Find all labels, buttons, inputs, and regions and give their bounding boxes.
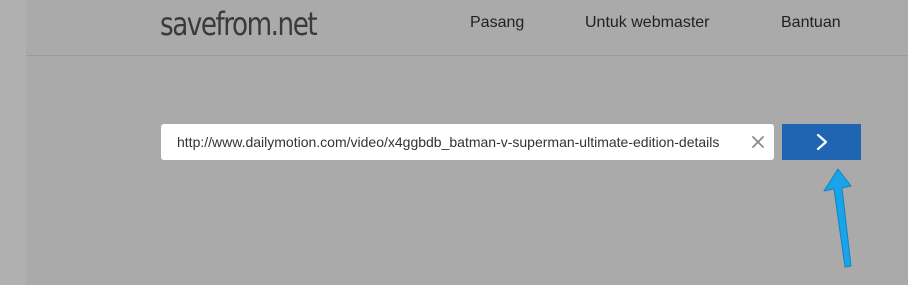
url-input-container: [161, 124, 774, 160]
nav-item-pasang[interactable]: Pasang: [470, 14, 524, 32]
header-divider: [26, 55, 908, 56]
site-header: savefrom.net Pasang Untuk webmaster Bant…: [0, 0, 908, 56]
arrow-up-icon: [815, 165, 865, 275]
url-input[interactable]: [177, 124, 741, 160]
site-logo[interactable]: savefrom.net: [160, 4, 318, 44]
nav-item-bantuan[interactable]: Bantuan: [781, 14, 841, 32]
download-submit-button[interactable]: [782, 124, 861, 160]
chevron-right-icon: [816, 133, 828, 151]
close-icon[interactable]: [750, 134, 766, 150]
nav-item-untuk-webmaster[interactable]: Untuk webmaster: [585, 14, 710, 32]
